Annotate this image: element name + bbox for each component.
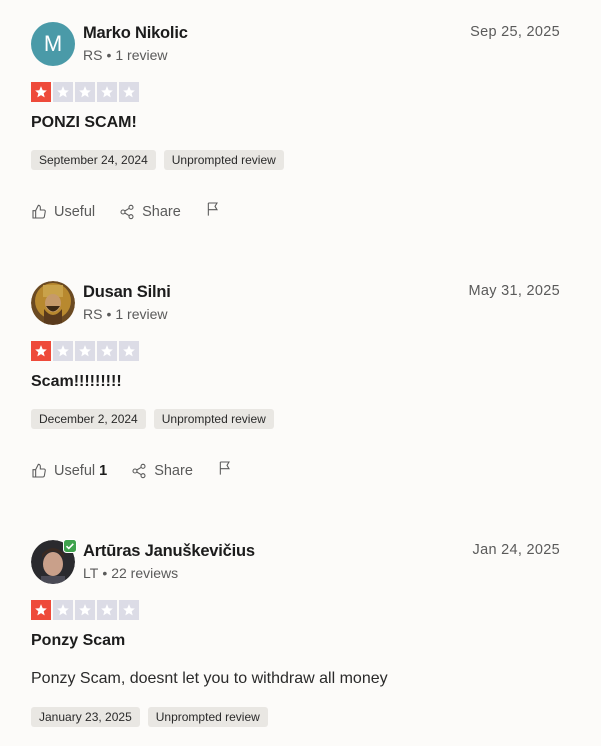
- review-tags: December 2, 2024 Unprompted review: [31, 409, 274, 429]
- review-title[interactable]: Ponzy Scam: [31, 632, 125, 650]
- star-icon: [119, 341, 139, 361]
- review-title[interactable]: Scam!!!!!!!!!: [31, 373, 122, 391]
- reviewer-name[interactable]: Marko Nikolic: [83, 24, 188, 43]
- reviewer-meta: RS • 1 review: [83, 306, 168, 322]
- thumbs-up-icon: [32, 204, 46, 219]
- share-icon: [120, 204, 134, 219]
- review-date: Jan 24, 2025: [472, 542, 560, 558]
- review-title[interactable]: PONZI SCAM!: [31, 114, 137, 132]
- star-icon: [75, 341, 95, 361]
- review-actions: Useful Share: [31, 200, 221, 223]
- share-label: Share: [142, 203, 181, 220]
- review-actions: Useful 1 Share: [31, 459, 233, 482]
- reviewer-meta: LT • 22 reviews: [83, 565, 179, 581]
- star-icon: [53, 341, 73, 361]
- reviewer-meta: RS • 1 review: [83, 47, 168, 63]
- star-rating: [31, 600, 139, 620]
- reviewer-review-count: 1 review: [115, 306, 168, 322]
- avatar-photo: [31, 281, 75, 325]
- report-flag-button[interactable]: [205, 200, 221, 223]
- experience-date-badge: September 24, 2024: [31, 150, 156, 170]
- avatar-letter: M: [31, 22, 75, 66]
- flag-icon: [219, 461, 230, 475]
- reviewer-country: LT: [83, 565, 99, 581]
- verified-badge-icon: [63, 539, 77, 553]
- reviewer-review-count: 22 reviews: [111, 565, 179, 581]
- reviewer-country: RS: [83, 306, 103, 322]
- share-button[interactable]: Share: [119, 204, 181, 220]
- flag-icon: [207, 202, 218, 216]
- share-label: Share: [154, 462, 193, 479]
- useful-count: 1: [99, 462, 108, 479]
- star-icon: [119, 600, 139, 620]
- share-button[interactable]: Share: [131, 463, 193, 479]
- reviewer-name[interactable]: Artūras Januškevičius: [83, 542, 255, 561]
- review-date: May 31, 2025: [468, 283, 560, 299]
- unprompted-badge[interactable]: Unprompted review: [163, 150, 284, 170]
- reviewer-country: RS: [83, 47, 103, 63]
- experience-date-badge: December 2, 2024: [31, 409, 146, 429]
- review-date: Sep 25, 2025: [470, 24, 560, 40]
- experience-date-badge: January 23, 2025: [31, 707, 140, 727]
- star-icon: [119, 82, 139, 102]
- star-icon: [75, 600, 95, 620]
- avatar[interactable]: [31, 281, 75, 325]
- star-icon: [97, 82, 117, 102]
- avatar[interactable]: [31, 539, 77, 584]
- star-icon: [31, 82, 51, 102]
- star-icon: [75, 82, 95, 102]
- reviews-page: M Marko Nikolic RS • 1 review Sep 25, 2025…: [0, 0, 601, 746]
- star-icon: [97, 600, 117, 620]
- reviewer-name[interactable]: Dusan Silni: [83, 283, 171, 302]
- useful-label: Useful: [54, 203, 96, 220]
- share-icon: [132, 463, 146, 478]
- star-icon: [97, 341, 117, 361]
- report-flag-button[interactable]: [217, 459, 233, 482]
- review-text: Ponzy Scam, doesnt let you to withdraw a…: [31, 670, 388, 687]
- useful-label: Useful: [54, 462, 96, 479]
- star-rating: [31, 82, 139, 102]
- star-icon: [53, 600, 73, 620]
- review-tags: January 23, 2025 Unprompted review: [31, 707, 268, 727]
- unprompted-badge[interactable]: Unprompted review: [153, 409, 274, 429]
- unprompted-badge[interactable]: Unprompted review: [147, 707, 268, 727]
- useful-button[interactable]: Useful: [31, 204, 95, 220]
- star-icon: [31, 341, 51, 361]
- star-rating: [31, 341, 139, 361]
- useful-button[interactable]: Useful 1: [31, 463, 107, 479]
- avatar[interactable]: M: [31, 22, 75, 66]
- thumbs-up-icon: [32, 463, 46, 478]
- review-tags: September 24, 2024 Unprompted review: [31, 150, 284, 170]
- star-icon: [31, 600, 51, 620]
- reviewer-review-count: 1 review: [115, 47, 168, 63]
- star-icon: [53, 82, 73, 102]
